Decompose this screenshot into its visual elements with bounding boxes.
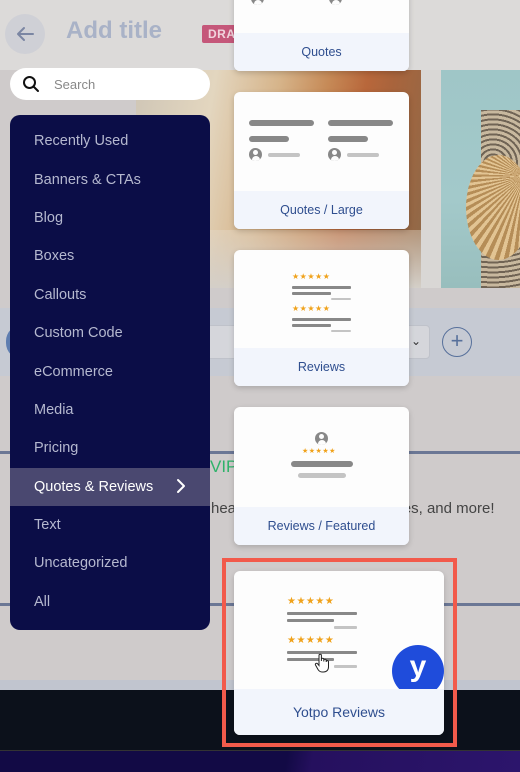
category-uncategorized[interactable]: Uncategorized bbox=[10, 544, 210, 582]
category-label: Custom Code bbox=[34, 325, 123, 342]
review-author-line bbox=[331, 330, 351, 332]
category-text[interactable]: Text bbox=[10, 506, 210, 544]
page-title[interactable]: Add title bbox=[66, 17, 162, 45]
quote-line bbox=[328, 136, 368, 142]
category-recently-used[interactable]: Recently Used bbox=[10, 122, 210, 160]
review-line bbox=[287, 619, 334, 622]
author-line bbox=[268, 153, 300, 157]
star-rating-icon: ★★★★★ bbox=[302, 448, 336, 455]
category-blog[interactable]: Blog bbox=[10, 199, 210, 237]
category-label: Media bbox=[34, 401, 74, 418]
search-icon bbox=[23, 76, 39, 92]
block-label: Quotes / Large bbox=[234, 191, 409, 229]
chevron-down-icon: ⌄ bbox=[410, 334, 421, 348]
avatar-icon bbox=[249, 148, 262, 161]
block-card-reviews[interactable]: ★★★★★ ★★★★★ Reviews bbox=[234, 250, 409, 386]
avatar-icon bbox=[315, 432, 328, 445]
review-author-line bbox=[331, 298, 351, 300]
chevron-right-icon bbox=[177, 478, 185, 493]
category-label: Uncategorized bbox=[34, 555, 128, 572]
category-pricing[interactable]: Pricing bbox=[10, 429, 210, 467]
review-line bbox=[292, 324, 331, 327]
category-label: Text bbox=[34, 517, 61, 534]
arrow-left-icon bbox=[17, 27, 34, 41]
category-ecommerce[interactable]: eCommerce bbox=[10, 352, 210, 390]
block-label: Reviews bbox=[234, 348, 409, 386]
avatar-icon bbox=[329, 0, 342, 5]
category-label: Pricing bbox=[34, 440, 79, 457]
category-quotes-reviews[interactable]: Quotes & Reviews bbox=[10, 467, 210, 506]
review-line bbox=[292, 292, 331, 295]
quote-line bbox=[328, 120, 393, 126]
category-boxes[interactable]: Boxes bbox=[10, 237, 210, 275]
category-label: All bbox=[34, 593, 51, 610]
review-line bbox=[287, 612, 357, 615]
block-label: Quotes bbox=[234, 33, 409, 71]
category-label: Banners & CTAs bbox=[34, 171, 141, 188]
category-menu: Recently Used Banners & CTAs Blog Boxes … bbox=[10, 115, 210, 630]
category-callouts[interactable]: Callouts bbox=[10, 276, 210, 314]
category-label: Quotes & Reviews bbox=[34, 478, 154, 495]
block-card-quotes-large[interactable]: Quotes / Large bbox=[234, 92, 409, 229]
star-rating-icon: ★★★★★ bbox=[287, 635, 335, 646]
search-input[interactable] bbox=[54, 76, 194, 92]
image-detail bbox=[466, 155, 520, 260]
block-label: Yotpo Reviews bbox=[234, 689, 444, 735]
block-card-quotes[interactable]: Quotes bbox=[234, 0, 409, 71]
block-card-reviews-featured[interactable]: ★★★★★ Reviews / Featured bbox=[234, 407, 409, 545]
review-author-line bbox=[334, 626, 357, 629]
quote-line bbox=[249, 136, 289, 142]
review-line bbox=[292, 318, 351, 321]
block-search[interactable] bbox=[10, 68, 210, 100]
category-label: Recently Used bbox=[34, 133, 129, 150]
quote-line bbox=[249, 120, 314, 126]
star-rating-icon: ★★★★★ bbox=[287, 596, 335, 607]
back-button[interactable] bbox=[5, 14, 45, 54]
category-label: Boxes bbox=[34, 248, 75, 265]
review-author-line bbox=[298, 473, 346, 478]
category-banners-ctas[interactable]: Banners & CTAs bbox=[10, 160, 210, 198]
avatar-icon bbox=[251, 0, 264, 5]
star-rating-icon: ★★★★★ bbox=[292, 272, 331, 281]
review-author-line bbox=[334, 665, 357, 668]
category-label: Callouts bbox=[34, 286, 87, 303]
hero-image-right bbox=[441, 70, 520, 288]
desktop-background bbox=[0, 751, 520, 772]
author-line bbox=[347, 153, 379, 157]
pointer-hand-icon bbox=[314, 653, 329, 673]
category-label: eCommerce bbox=[34, 363, 113, 380]
category-label: Blog bbox=[34, 209, 64, 226]
category-all[interactable]: All bbox=[10, 583, 210, 621]
review-line bbox=[292, 286, 351, 289]
star-rating-icon: ★★★★★ bbox=[292, 304, 331, 313]
block-label: Reviews / Featured bbox=[234, 507, 409, 545]
image-gap bbox=[421, 70, 441, 288]
block-card-yotpo-reviews[interactable]: ★★★★★ ★★★★★ y Yotpo Reviews bbox=[234, 571, 444, 735]
plus-circle-icon[interactable]: + bbox=[442, 327, 472, 357]
avatar-icon bbox=[328, 148, 341, 161]
category-custom-code[interactable]: Custom Code bbox=[10, 314, 210, 352]
review-line bbox=[291, 461, 353, 467]
category-media[interactable]: Media bbox=[10, 391, 210, 429]
